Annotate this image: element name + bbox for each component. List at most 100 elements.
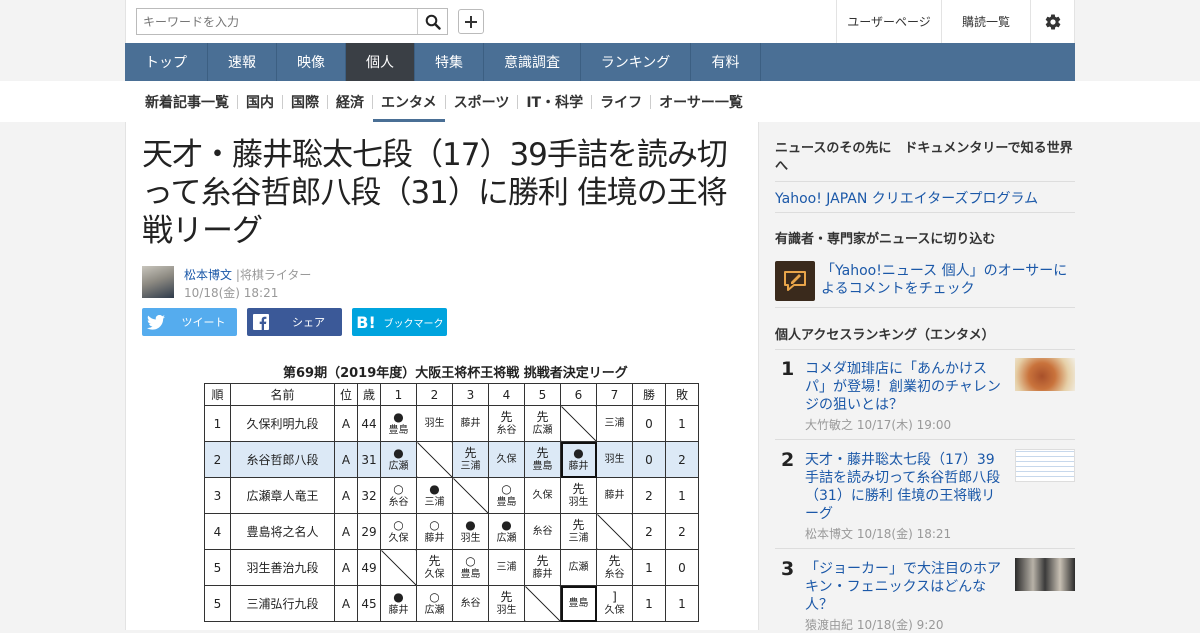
result-cell: ● 羽生 [452, 513, 489, 550]
result-cell: 先久保 [416, 549, 453, 586]
result-mark: 先 [536, 409, 549, 424]
result-cell: 三浦 [596, 405, 633, 442]
rank-number: 1 [781, 358, 795, 380]
hatena-bookmark-button[interactable]: B! ブックマーク [352, 308, 447, 336]
opponent-name: 久保 [532, 490, 553, 501]
facebook-share-button[interactable]: シェア [247, 308, 342, 336]
ranking-title-link[interactable]: 「ジョーカー」で大注目のホアキン・フェニックスはどんな人？ [805, 560, 1005, 614]
ranking-thumbnail[interactable] [1015, 358, 1075, 391]
player-name: 羽生善治九段 [230, 549, 335, 586]
search-button[interactable] [417, 9, 447, 34]
result-cell [596, 513, 633, 550]
comment-icon [775, 261, 815, 301]
col-header: 位 [334, 383, 358, 406]
result-cell: 先藤井 [524, 549, 561, 586]
result-cell: 広瀬 [560, 549, 597, 586]
nav-survey[interactable]: 意識調査 [484, 43, 581, 81]
wins-cell: 2 [632, 477, 666, 514]
result-cell [560, 405, 597, 442]
nav-individual[interactable]: 個人 [346, 43, 415, 81]
table-row: 3 広瀬章人竜王 A 32 ○ 糸谷 ● 三浦 ○ 豊島 久保先羽生 藤井 2 1 [204, 477, 699, 514]
nav-top[interactable]: トップ [125, 43, 208, 81]
creators-program-link[interactable]: Yahoo! JAPAN クリエイターズプログラム [775, 188, 1038, 208]
col-header: 勝 [632, 383, 666, 406]
losses-cell: 1 [665, 405, 699, 442]
age-cell: 44 [357, 405, 381, 442]
result-cell: 先豊島 [524, 441, 561, 478]
opponent-name: 久保 [604, 604, 625, 616]
nav-video[interactable]: 映像 [277, 43, 346, 81]
col-header: 4 [488, 383, 525, 406]
result-cell: 三浦 [488, 549, 525, 586]
opponent-name: 羽生 [424, 418, 445, 429]
tweet-label: ツイート [181, 316, 226, 329]
opponent-name: 糸谷 [388, 496, 409, 508]
opponent-name: 久保 [496, 454, 517, 465]
subnav-it-science[interactable]: IT・科学 [518, 81, 591, 122]
age-cell: 29 [357, 513, 381, 550]
result-cell: 羽生 [596, 441, 633, 478]
nav-paid[interactable]: 有料 [691, 43, 761, 81]
table-row: 1 久保利明九段 A 44 ● 豊島 羽生 藤井先糸谷先広瀬 三浦 0 1 [204, 405, 699, 442]
subnav-sports[interactable]: スポーツ [446, 81, 518, 122]
main-nav: トップ 速報 映像 個人 特集 意識調査 ランキング 有料 [125, 43, 1075, 81]
tweet-button[interactable]: ツイート [142, 308, 237, 336]
player-name: 豊島将之名人 [230, 513, 335, 550]
subnav-authors[interactable]: オーサー一覧 [651, 81, 751, 122]
result-mark: ● [501, 517, 512, 532]
opponent-name: 藤井 [460, 418, 481, 429]
ranking-thumbnail[interactable] [1015, 449, 1075, 482]
result-cell: 糸谷 [524, 513, 561, 550]
result-mark: ● [393, 589, 404, 604]
losses-cell: 0 [665, 549, 699, 586]
nav-ranking[interactable]: ランキング [581, 43, 691, 81]
opponent-name: 広瀬 [424, 604, 445, 616]
subnav-domestic[interactable]: 国内 [238, 81, 282, 122]
class-cell: A [334, 477, 358, 514]
result-mark: ○ [393, 517, 404, 532]
ranking-title-link[interactable]: 天才・藤井聡太七段（17）39手詰を読み切って糸谷哲郎八段（31）に勝利 佳境の… [805, 451, 1005, 523]
subnav-entertainment[interactable]: エンタメ [373, 81, 445, 122]
opponent-name: 糸谷 [460, 598, 481, 609]
ranking-thumbnail[interactable] [1015, 558, 1075, 591]
sub-nav: 新着記事一覧 国内 国際 経済 エンタメ スポーツ IT・科学 ライフ オーサー… [0, 81, 1200, 122]
settings-button[interactable] [1030, 0, 1075, 43]
subscriptions-link[interactable]: 購読一覧 [941, 0, 1030, 43]
subnav-economy[interactable]: 経済 [328, 81, 372, 122]
table-row: 5 三浦弘行九段 A 45 ● 藤井 ○ 広瀬 糸谷先羽生 豊島] 久保 1 1 [204, 585, 699, 622]
wins-cell: 1 [632, 585, 666, 622]
wins-cell: 2 [632, 513, 666, 550]
promo2-heading: 有識者・専門家がニュースに切り込む [775, 232, 996, 247]
result-cell: ○ 藤井 [416, 513, 453, 550]
result-cell: 先羽生 [560, 477, 597, 514]
result-mark: 先 [536, 445, 549, 460]
result-mark: ] [612, 589, 617, 604]
rank-cell: 3 [204, 477, 231, 514]
result-cell: 藤井 [596, 477, 633, 514]
result-cell: 久保 [488, 441, 525, 478]
ranking-title-link[interactable]: コメダ珈琲店に「あんかけスパ」が登場！創業初のチャレンジの狙いとは？ [805, 360, 1005, 414]
opponent-name: 豊島 [460, 568, 481, 580]
subnav-life[interactable]: ライフ [592, 81, 650, 122]
result-cell: 糸谷 [452, 585, 489, 622]
ranking-date: 10/17(木) 19:00 [856, 418, 952, 432]
user-page-link[interactable]: ユーザーページ [836, 0, 941, 43]
article-date: 10/18(金) 18:21 [184, 286, 279, 300]
result-mark: 先 [500, 409, 513, 424]
add-button[interactable] [458, 9, 484, 34]
twitter-icon [142, 308, 170, 336]
author-comments-link[interactable]: 「Yahoo!ニュース 個人」のオーサーによるコメントをチェック [821, 262, 1071, 298]
subnav-international[interactable]: 国際 [283, 81, 327, 122]
subnav-latest[interactable]: 新着記事一覧 [137, 81, 237, 122]
nav-breaking[interactable]: 速報 [208, 43, 277, 81]
nav-features[interactable]: 特集 [415, 43, 484, 81]
author-name-link[interactable]: 松本博文 [184, 268, 232, 282]
search-input[interactable] [137, 9, 417, 34]
avatar[interactable] [142, 266, 174, 298]
losses-cell: 2 [665, 513, 699, 550]
opponent-name: 豊島 [532, 460, 553, 472]
opponent-name: 羽生 [496, 604, 517, 616]
opponent-name: 糸谷 [604, 568, 625, 580]
ranking-author: 松本博文 [805, 527, 854, 541]
result-cell: 先糸谷 [596, 549, 633, 586]
